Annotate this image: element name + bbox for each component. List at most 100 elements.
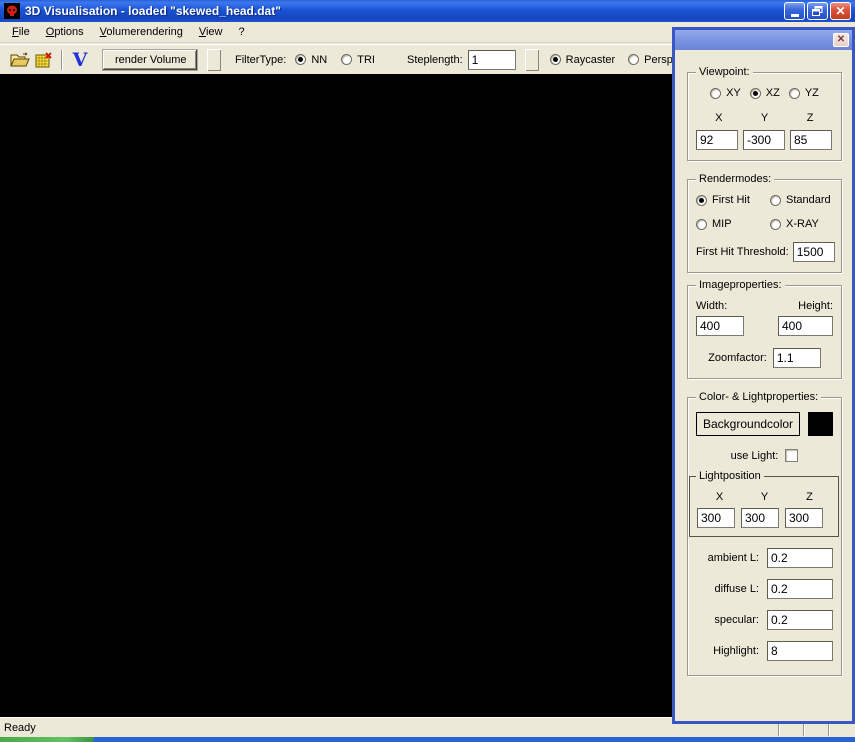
app-logo-button[interactable]: V [68, 49, 92, 71]
ambient-label: ambient L: [707, 552, 759, 564]
imageproperties-group: Imageproperties: Width: Height: Zoomfact… [687, 279, 842, 379]
threshold-input[interactable] [792, 242, 835, 262]
menu-file[interactable]: File [4, 24, 38, 40]
menu-volumerendering[interactable]: Volumerendering [92, 24, 191, 40]
specular-label: specular: [714, 614, 759, 626]
radio-icon [549, 54, 561, 65]
rendermode-radio-mip[interactable]: MIP [696, 218, 770, 230]
restore-button[interactable] [807, 2, 828, 20]
menu-options[interactable]: Options [38, 24, 92, 40]
colorlight-title: Color- & Lightproperties: [696, 391, 822, 403]
viewpoint-title: Viewpoint: [696, 66, 753, 78]
open-folder-icon [10, 51, 30, 66]
desktop: { "window": { "title": "3D Visualisation… [0, 0, 855, 742]
menu-view[interactable]: View [191, 24, 231, 40]
radio-icon [749, 87, 761, 99]
restore-icon [812, 6, 823, 16]
diffuse-input[interactable] [767, 579, 833, 599]
titlebar: 3D Visualisation - loaded "skewed_head.d… [0, 0, 855, 22]
standard-label: Standard [786, 194, 831, 206]
window-title: 3D Visualisation - loaded "skewed_head.d… [25, 4, 281, 18]
toolbar-divider [207, 48, 221, 71]
filter-type-label: FilterType: [235, 53, 287, 66]
height-label: Height: [798, 300, 833, 312]
close-icon: ✕ [836, 34, 846, 45]
viewpoint-x-input[interactable] [696, 130, 738, 150]
open-file-button[interactable] [8, 49, 32, 71]
filter-radio-nn[interactable]: NN [295, 54, 327, 66]
rendermode-radio-firsthit[interactable]: First Hit [696, 194, 770, 206]
yz-label: YZ [804, 87, 819, 99]
filter-nn-label: NN [311, 53, 328, 66]
window-controls: ✕ [784, 2, 851, 20]
xray-label: X-RAY [786, 218, 819, 230]
menu-help[interactable]: ? [231, 24, 253, 40]
use-light-row: use Light: [696, 449, 833, 462]
settings-panel: ✕ Viewpoint: XY XZ YZ X Y Z 92 -300 85 R… [672, 27, 855, 724]
app-icon [4, 3, 20, 19]
close-button[interactable]: ✕ [830, 2, 851, 20]
close-icon: ✕ [835, 4, 846, 18]
viewpoint-z-input[interactable] [790, 130, 832, 150]
lightposition-title: Lightposition [696, 470, 764, 482]
lightposition-z-input[interactable] [785, 508, 823, 528]
radio-icon [788, 87, 800, 99]
steplength-input[interactable] [467, 49, 516, 70]
projection-radio-raycaster[interactable]: Raycaster [549, 53, 616, 66]
render-volume-button[interactable]: render Volume [102, 48, 198, 71]
size-inputs [696, 316, 833, 336]
highlight-label: Highlight: [713, 645, 759, 657]
rendermode-radio-standard[interactable]: Standard [770, 194, 833, 206]
toolbar-separator [61, 49, 63, 70]
viewpoint-radio-xy[interactable]: XY [710, 87, 741, 99]
lightposition-group: Lightposition X Y Z [689, 470, 839, 537]
lightposition-x-input[interactable] [697, 508, 735, 528]
height-input[interactable] [778, 316, 833, 336]
colorlight-group: Color- & Lightproperties: Backgroundcolo… [687, 391, 842, 676]
axis-y-label: Y [760, 112, 769, 124]
radio-icon [341, 54, 353, 65]
viewpoint-radio-yz[interactable]: YZ [788, 87, 819, 99]
skull-icon [7, 5, 17, 16]
start-button[interactable] [0, 737, 94, 742]
use-light-checkbox[interactable] [785, 449, 799, 462]
axis-z-label: Z [806, 491, 813, 503]
imageproperties-title: Imageproperties: [696, 279, 785, 291]
v-logo-icon: V [72, 48, 88, 71]
raycaster-label: Raycaster [565, 53, 616, 66]
specular-input[interactable] [767, 610, 833, 630]
zoomfactor-row: Zoomfactor: [696, 348, 833, 368]
ambient-row: ambient L: [696, 548, 833, 568]
rendermode-radio-xray[interactable]: X-RAY [770, 218, 833, 230]
axis-x-label: X [715, 112, 723, 124]
status-text: Ready [4, 721, 36, 734]
lightposition-y-input[interactable] [741, 508, 779, 528]
radio-icon [696, 218, 707, 230]
viewpoint-y-input[interactable] [743, 130, 785, 150]
toolbar-divider [524, 48, 539, 71]
panel-close-button[interactable]: ✕ [833, 33, 849, 47]
backgroundcolor-swatch[interactable] [808, 412, 833, 436]
specular-row: specular: [696, 610, 833, 630]
viewpoint-radios: XY XZ YZ [696, 87, 833, 99]
radio-icon [710, 87, 722, 99]
width-label: Width: [696, 300, 728, 312]
ambient-input[interactable] [767, 548, 833, 568]
close-file-button[interactable] [32, 49, 56, 71]
lightposition-inputs [697, 508, 832, 528]
threshold-row: First Hit Threshold: [696, 242, 835, 262]
zoomfactor-input[interactable] [772, 348, 821, 368]
threshold-label: First Hit Threshold: [696, 246, 789, 258]
zoomfactor-label: Zoomfactor: [708, 352, 767, 364]
backgroundcolor-button[interactable]: Backgroundcolor [696, 412, 801, 436]
radio-icon [770, 194, 781, 206]
rendermode-radios: First Hit Standard MIP X-RAY [696, 194, 833, 230]
highlight-input[interactable] [767, 641, 833, 661]
minimize-button[interactable] [784, 2, 805, 20]
steplength-label: Steplength: [406, 53, 463, 66]
axis-z-label: Z [806, 112, 814, 124]
viewpoint-radio-xz[interactable]: XZ [749, 87, 780, 99]
rendermodes-group: Rendermodes: First Hit Standard MIP X-RA… [687, 173, 842, 273]
width-input[interactable] [696, 316, 744, 336]
filter-radio-tri[interactable]: TRI [341, 54, 375, 66]
